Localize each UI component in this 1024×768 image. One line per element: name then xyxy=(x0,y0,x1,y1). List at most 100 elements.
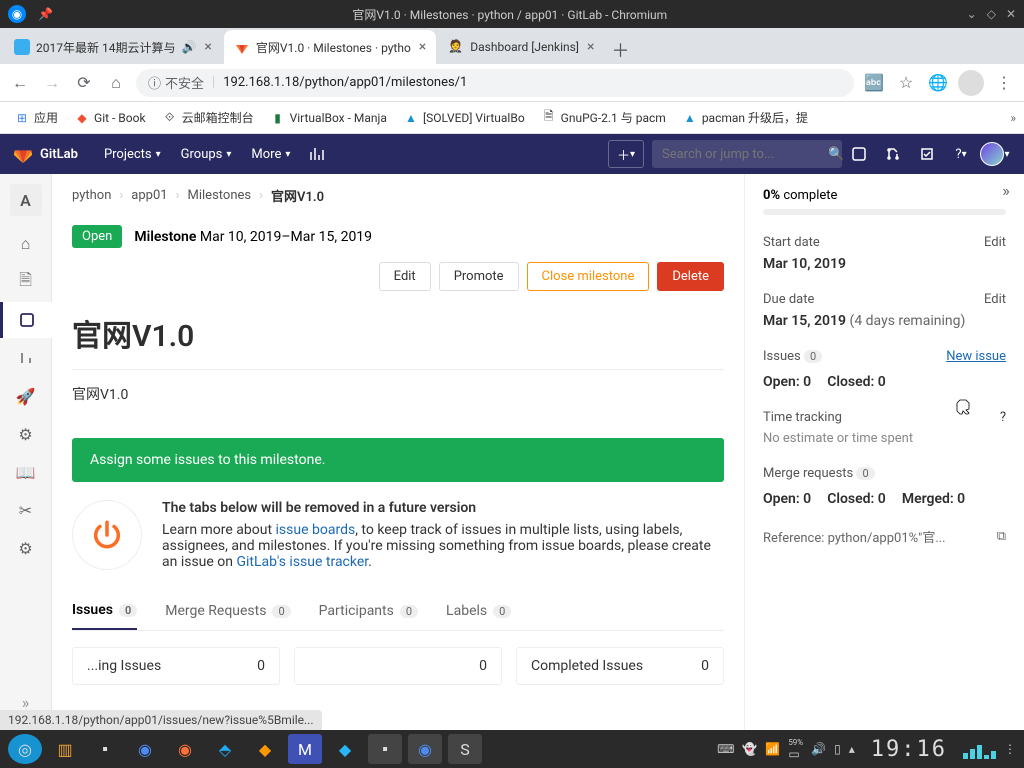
nav-todos-icon[interactable] xyxy=(910,134,944,174)
breadcrumb-item[interactable]: Milestones xyxy=(188,188,252,203)
browser-tab-1[interactable]: 官网V1.0 · Milestones · pytho × xyxy=(224,30,436,64)
reload-button[interactable]: ⟳ xyxy=(72,71,96,95)
new-issue-link[interactable]: New issue xyxy=(946,349,1006,364)
issue-column: 0 xyxy=(294,647,502,685)
nav-help-icon[interactable]: ? ▾ xyxy=(944,134,978,174)
window-min-icon[interactable]: ⌄ xyxy=(967,7,977,21)
home-button[interactable]: ⌂ xyxy=(104,71,128,95)
tray-ghost-icon[interactable]: 👻 xyxy=(742,742,757,756)
sidebar-settings-icon[interactable]: ⚙ xyxy=(0,530,52,566)
tray-phone-icon[interactable]: ▯ xyxy=(834,742,841,756)
issue-boards-link[interactable]: issue boards xyxy=(276,522,356,538)
nav-more[interactable]: More ▾ xyxy=(241,134,300,174)
sidebar-ops-icon[interactable]: ⚙ xyxy=(0,416,52,452)
tab-close-icon[interactable]: × xyxy=(587,39,594,55)
bookmark-item[interactable]: 🗎GnuPG-2.1 与 pacm xyxy=(535,109,672,126)
edit-button[interactable]: Edit xyxy=(379,262,431,291)
sidebar-cicd-icon[interactable]: 🚀 xyxy=(0,378,52,414)
new-tab-button[interactable]: ＋ xyxy=(606,36,634,64)
collapse-sidebar-icon[interactable]: » xyxy=(994,178,1018,202)
tb-terminal-icon[interactable]: ▪ xyxy=(88,734,122,764)
tray-up-icon[interactable]: ▴ xyxy=(849,742,855,756)
sidebar-issues-icon[interactable] xyxy=(0,302,52,338)
gitlab-logo[interactable]: GitLab xyxy=(12,143,78,165)
clock[interactable]: 19:16 xyxy=(871,737,947,762)
nav-plus[interactable]: ＋ ▾ xyxy=(608,140,644,168)
tab-close-icon[interactable]: × xyxy=(419,39,426,55)
tray-bars-icon[interactable] xyxy=(963,739,996,759)
edit-due-date[interactable]: Edit xyxy=(984,292,1006,307)
search-input[interactable] xyxy=(662,147,828,162)
tray-battery-icon[interactable]: 59%▭ xyxy=(788,738,803,761)
browser-tab-2[interactable]: 🤵 Dashboard [Jenkins] × xyxy=(438,30,604,64)
project-avatar[interactable]: A xyxy=(10,184,42,216)
nav-user-avatar[interactable]: ▾ xyxy=(978,134,1012,174)
window-max-icon[interactable]: ◇ xyxy=(987,7,996,21)
audio-icon[interactable]: 🔊 xyxy=(181,40,196,54)
main-content: python› app01› Milestones› 官网V1.0 Open M… xyxy=(52,174,744,730)
nav-activity-icon[interactable] xyxy=(300,134,334,174)
bookmark-item[interactable]: ▮VirtualBox - Manja xyxy=(264,110,393,126)
security-indicator[interactable]: ⓘ 不安全 xyxy=(148,73,204,92)
tb-app-icon[interactable]: ◆ xyxy=(328,734,362,764)
sidebar-repo-icon[interactable]: 🗎 xyxy=(0,264,52,300)
tb-terminal-icon[interactable]: ▪ xyxy=(368,734,402,764)
tray-volume-icon[interactable]: 🔊 xyxy=(811,742,826,756)
browser-status-url: 192.168.1.18/python/app01/issues/new?iss… xyxy=(0,710,322,730)
browser-tab-0[interactable]: 2017年最新 14期云计算与 🔊 × xyxy=(4,30,222,64)
nav-search[interactable]: 🔍 xyxy=(652,140,842,168)
nav-projects[interactable]: Projects ▾ xyxy=(94,134,171,174)
nav-issues-icon[interactable] xyxy=(842,134,876,174)
tray-wifi-icon[interactable]: 📶 xyxy=(765,742,780,756)
tab-labels[interactable]: Labels0 xyxy=(446,592,511,630)
star-icon[interactable]: ☆ xyxy=(894,71,918,95)
window-close-icon[interactable]: ✕ xyxy=(1006,7,1016,21)
translate-icon[interactable]: 🔤 xyxy=(862,71,886,95)
forward-button[interactable]: → xyxy=(40,71,64,95)
tab-merge-requests[interactable]: Merge Requests0 xyxy=(165,592,290,630)
breadcrumb-item[interactable]: app01 xyxy=(131,188,167,203)
menu-icon[interactable]: ⋮ xyxy=(992,71,1016,95)
tb-sublime-icon[interactable]: ◆ xyxy=(248,734,282,764)
tb-vscode-icon[interactable]: ⬘ xyxy=(208,734,242,764)
tab-issues[interactable]: Issues0 xyxy=(72,592,137,630)
gitlab-navbar: GitLab Projects ▾ Groups ▾ More ▾ ＋ ▾ 🔍 … xyxy=(0,134,1024,174)
delete-button[interactable]: Delete xyxy=(657,262,724,291)
tb-files-icon[interactable]: ▥ xyxy=(48,734,82,764)
help-icon[interactable]: ? xyxy=(1000,410,1006,425)
tab-close-icon[interactable]: × xyxy=(204,39,211,55)
nav-mr-icon[interactable] xyxy=(876,134,910,174)
profile-icon[interactable] xyxy=(958,70,984,96)
tb-menu-icon[interactable]: ◎ xyxy=(8,734,42,764)
bookmark-item[interactable]: ▲pacman 升级后，提 xyxy=(676,109,814,126)
tray-keyboard-icon[interactable]: ⌨ xyxy=(717,742,734,756)
globe-icon[interactable]: 🌐 xyxy=(926,71,950,95)
bookmark-item[interactable]: ◆Git - Book xyxy=(68,110,152,126)
breadcrumb-item[interactable]: python xyxy=(72,188,111,203)
bookmark-item[interactable]: ▲[SOLVED] VirtualBo xyxy=(397,110,531,126)
apps-bookmark[interactable]: ⊞应用 xyxy=(8,109,64,126)
tray-menu-icon[interactable]: ⋮ xyxy=(1004,742,1016,756)
issue-column: Completed Issues0 xyxy=(516,647,724,685)
bookmark-item[interactable]: ⟐云邮箱控制台 xyxy=(156,109,260,126)
tb-chromium-active-icon[interactable]: ◉ xyxy=(408,734,442,764)
sidebar-home-icon[interactable]: ⌂ xyxy=(0,226,52,262)
bookmarks-overflow-icon[interactable]: » xyxy=(1010,111,1016,125)
sidebar-wiki-icon[interactable]: 📖 xyxy=(0,454,52,490)
nav-groups[interactable]: Groups ▾ xyxy=(171,134,242,174)
tb-firefox-icon[interactable]: ◉ xyxy=(168,734,202,764)
sidebar-snippets-icon[interactable]: ✂ xyxy=(0,492,52,528)
tb-chromium-icon[interactable]: ◉ xyxy=(128,734,162,764)
tb-app-icon[interactable]: M xyxy=(288,734,322,764)
tab-participants[interactable]: Participants0 xyxy=(319,592,418,630)
promote-button[interactable]: Promote xyxy=(439,262,519,291)
url-input[interactable]: ⓘ 不安全 | 192.168.1.18/python/app01/milest… xyxy=(136,69,854,97)
back-button[interactable]: ← xyxy=(8,71,32,95)
close-milestone-button[interactable]: Close milestone xyxy=(527,262,650,291)
sidebar-mr-icon[interactable] xyxy=(0,340,52,376)
edit-start-date[interactable]: Edit xyxy=(984,235,1006,250)
tb-sublime-icon[interactable]: S xyxy=(448,734,482,764)
issue-tracker-link[interactable]: GitLab's issue tracker xyxy=(236,554,368,570)
pin-icon[interactable]: 📌 xyxy=(38,7,53,21)
copy-icon[interactable]: ⧉ xyxy=(997,529,1006,544)
